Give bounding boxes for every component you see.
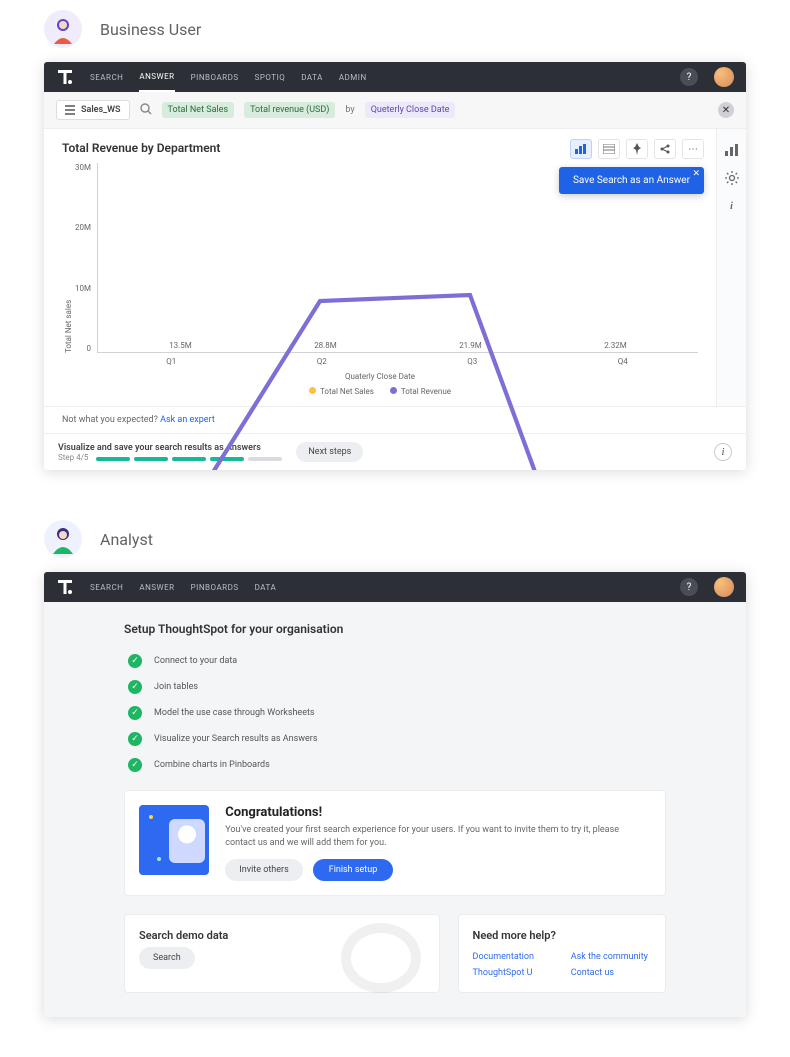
check-icon: ✓ [128, 758, 142, 772]
list-icon [65, 105, 75, 115]
pin-button[interactable] [626, 139, 648, 159]
congrats-heading: Congratulations! [225, 805, 651, 820]
help-link-community[interactable]: Ask the community [571, 952, 651, 962]
info-icon[interactable]: i [723, 197, 741, 215]
app-logo [56, 68, 74, 86]
analyst-avatar [44, 520, 82, 558]
chart-plot: 13.5M 28.8M 21.9M 2.32M [97, 163, 698, 353]
more-button[interactable]: ⋯ [682, 139, 704, 159]
persona-label-business-user: Business User [100, 20, 201, 39]
check-item-4[interactable]: ✓Visualize your Search results as Answer… [128, 732, 666, 746]
user-avatar-2[interactable] [714, 577, 734, 597]
bar-label-q2: 28.8M [314, 341, 337, 350]
search-demo-card: Search demo data Search [124, 914, 440, 993]
chart-type-button[interactable] [570, 139, 592, 159]
finish-setup-button[interactable]: Finish setup [313, 859, 394, 881]
persona-label-analyst: Analyst [100, 530, 153, 549]
app-logo-2 [56, 578, 74, 596]
setup-checklist: ✓Connect to your data ✓Join tables ✓Mode… [124, 650, 666, 772]
not-expected-row: Not what you expected? Ask an expert [44, 406, 746, 433]
worksheet-picker[interactable]: Sales_WS [56, 100, 130, 120]
congrats-card: Congratulations! You've created your fir… [124, 790, 666, 896]
need-help-card: Need more help? Documentation Ask the co… [458, 914, 666, 993]
help-icon-2[interactable]: ? [680, 578, 698, 596]
bar-label-q1: 13.5M [169, 341, 192, 350]
nav-answer[interactable]: ANSWER [139, 63, 174, 92]
top-nav: SEARCH ANSWER PINBOARDS SPOTIQ DATA ADMI… [44, 62, 746, 92]
check-icon: ✓ [128, 732, 142, 746]
nav-pinboards[interactable]: PINBOARDS [191, 64, 239, 91]
business-user-app: SEARCH ANSWER PINBOARDS SPOTIQ DATA ADMI… [44, 62, 746, 470]
bar-label-q3: 21.9M [459, 341, 482, 350]
chart-config-icon[interactable] [723, 141, 741, 159]
onboarding-footer: Visualize and save your search results a… [44, 433, 746, 470]
check-icon: ✓ [128, 654, 142, 668]
y-axis-ticks: 30M 20M 10M 0 [75, 163, 97, 353]
search-bar: Sales_WS Total Net Sales Total revenue (… [44, 92, 746, 129]
worksheet-name: Sales_WS [81, 105, 121, 115]
help-link-contact[interactable]: Contact us [571, 968, 651, 978]
search-pill-measure-2[interactable]: Total revenue (USD) [244, 102, 335, 118]
nav-admin[interactable]: ADMIN [339, 64, 367, 91]
invite-others-button[interactable]: Invite others [225, 859, 302, 881]
help-title: Need more help? [473, 929, 651, 942]
settings-icon[interactable] [723, 169, 741, 187]
ask-expert-link[interactable]: Ask an expert [160, 415, 215, 425]
chart-toolbar: ⋯ [570, 139, 704, 159]
magnifier-bg-icon [341, 923, 421, 993]
check-item-2[interactable]: ✓Join tables [128, 680, 666, 694]
check-item-1[interactable]: ✓Connect to your data [128, 654, 666, 668]
x-axis-ticks: Q1 Q2 Q3 Q4 [62, 357, 698, 366]
side-rail: i [716, 129, 746, 406]
bar-label-q4: 2.32M [604, 341, 627, 350]
check-item-3[interactable]: ✓Model the use case through Worksheets [128, 706, 666, 720]
nav2-data[interactable]: DATA [255, 574, 277, 601]
nav2-answer[interactable]: ANSWER [139, 574, 174, 601]
search-pill-dimension[interactable]: Queterly Close Date [365, 102, 456, 118]
congrats-illustration [139, 805, 209, 875]
check-icon: ✓ [128, 706, 142, 720]
x-axis-label: Quaterly Close Date [62, 372, 698, 381]
search-pill-measure-1[interactable]: Total Net Sales [162, 102, 235, 118]
nav-search[interactable]: SEARCH [90, 64, 123, 91]
share-button[interactable] [654, 139, 676, 159]
check-item-5[interactable]: ✓Combine charts in Pinboards [128, 758, 666, 772]
next-steps-button[interactable]: Next steps [296, 442, 363, 462]
help-link-documentation[interactable]: Documentation [473, 952, 553, 962]
footer-info-icon[interactable]: i [714, 443, 732, 461]
chart-legend: Total Net Sales Total Revenue [62, 387, 698, 396]
nav-spotiq[interactable]: SPOTIQ [255, 64, 286, 91]
top-nav-2: SEARCH ANSWER PINBOARDS DATA ? [44, 572, 746, 602]
analyst-app: SEARCH ANSWER PINBOARDS DATA ? Setup Tho… [44, 572, 746, 1017]
nav-data[interactable]: DATA [301, 64, 323, 91]
user-avatar[interactable] [714, 67, 734, 87]
search-icon [140, 103, 152, 118]
footer-step-title: Visualize and save your search results a… [58, 443, 282, 453]
help-icon[interactable]: ? [680, 68, 698, 86]
table-view-button[interactable] [598, 139, 620, 159]
help-link-thoughtspot-u[interactable]: ThoughtSpot U [473, 968, 553, 978]
congrats-text: You've created your first search experie… [225, 824, 651, 849]
nav2-pinboards[interactable]: PINBOARDS [191, 574, 239, 601]
business-user-avatar [44, 10, 82, 48]
nav2-search[interactable]: SEARCH [90, 574, 123, 601]
y-axis-label: Total Net sales [62, 163, 75, 353]
clear-search-button[interactable]: ✕ [718, 102, 734, 118]
footer-step-count: Step 4/5 [58, 453, 88, 462]
check-icon: ✓ [128, 680, 142, 694]
demo-search-button[interactable]: Search [139, 947, 195, 969]
by-keyword: by [345, 105, 354, 115]
setup-title: Setup ThoughtSpot for your organisation [124, 622, 666, 636]
progress-bar [96, 457, 282, 461]
